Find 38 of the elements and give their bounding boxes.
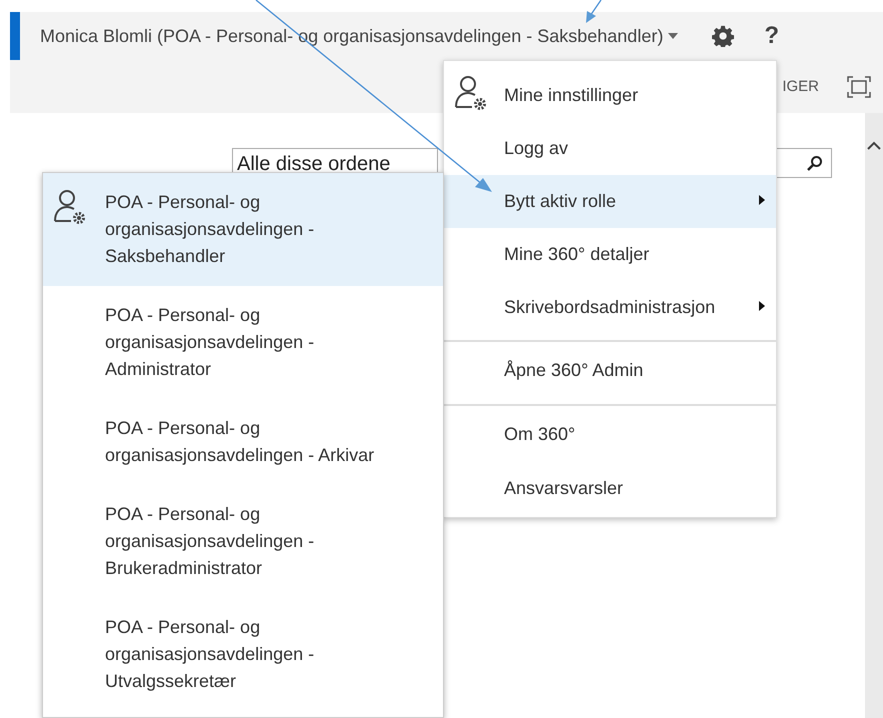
- role-item[interactable]: POA - Personal- og organisasjonsavdelingen - Brukeradministrator: [43, 485, 443, 598]
- accent-bar: [10, 12, 20, 60]
- role-label: POA - Personal- og organisasjonsavdelingen - Utvalgssekretær: [105, 616, 316, 693]
- menu-item-label: Logg av: [504, 138, 568, 159]
- scrollbar[interactable]: [865, 113, 883, 718]
- fullscreen-icon[interactable]: [847, 76, 871, 98]
- menu-item[interactable]: Ansvarsvarsler: [444, 462, 776, 515]
- user-settings-icon: [53, 189, 87, 225]
- annotation-arrow: [586, 0, 602, 23]
- menu-item-label: Om 360°: [504, 424, 576, 444]
- menu-item-label: Ansvarsvarsler: [504, 478, 624, 499]
- menu-item[interactable]: Mine innstillinger: [444, 69, 776, 122]
- role-label: POA - Personal- og organisasjonsavdelingen - Brukeradministrator: [105, 503, 316, 580]
- role-item[interactable]: POA - Personal- og organisasjonsavdelingen - Administrator: [43, 286, 443, 399]
- menu-item[interactable]: Bytt aktiv rolle: [444, 175, 776, 228]
- menu-item-label: Åpne 360° Admin: [504, 360, 644, 380]
- menu-item[interactable]: Skrivebordsadministrasjon: [444, 281, 776, 334]
- role-label: POA - Personal- og organisasjonsavdelingen - Arkivar: [105, 417, 376, 467]
- menu-item-label: Mine 360° detaljer: [504, 244, 650, 265]
- menu-item[interactable]: Mine 360° detaljer: [444, 228, 776, 281]
- role-item[interactable]: POA - Personal- og organisasjonsavdelingen - Utvalgssekretær: [43, 598, 443, 711]
- role-item[interactable]: POA - Personal- og organisasjonsavdelingen - Saksbehandler: [43, 173, 443, 286]
- menu-item-label: Skrivebordsadministrasjon: [504, 297, 716, 318]
- settings-icon[interactable]: [712, 25, 734, 47]
- search-icon[interactable]: [807, 155, 823, 171]
- submenu-arrow-icon: [759, 301, 765, 311]
- caret-icon: [668, 33, 678, 39]
- user-settings-icon: [454, 75, 488, 111]
- role-label: POA - Personal- og organisasjonsavdelingen - Administrator: [105, 304, 316, 381]
- menu-item-label: Bytt aktiv rolle: [504, 191, 616, 212]
- submenu-arrow-icon: [759, 195, 765, 205]
- menu-item-label: Mine innstillinger: [504, 85, 638, 106]
- role-item[interactable]: POA - Personal- og organisasjonsavdelingen - Arkivar: [43, 399, 443, 485]
- toolbar-label[interactable]: IGER: [782, 78, 819, 95]
- menu-item[interactable]: Logg av: [444, 122, 776, 175]
- help-button[interactable]: ?: [764, 22, 779, 50]
- role-label: POA - Personal- og organisasjonsavdelingen - Saksbehandler: [105, 191, 316, 268]
- scroll-up-icon[interactable]: [867, 141, 881, 150]
